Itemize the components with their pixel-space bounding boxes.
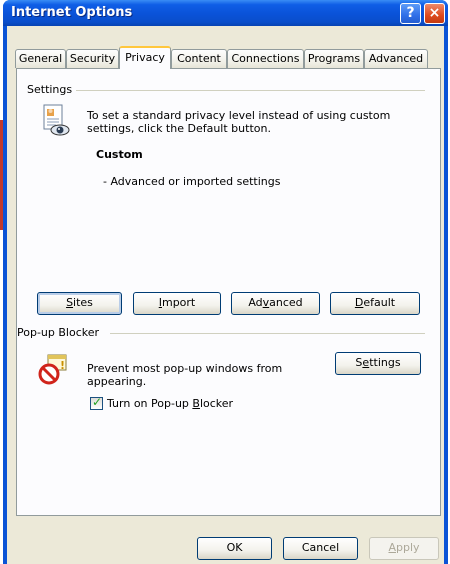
ok-button[interactable]: OK [197,537,272,560]
popup-description-line1: Prevent most pop-up windows from [87,362,283,375]
popup-blocker-checkbox-label[interactable]: Turn on Pop-up Blocker [107,397,233,410]
tab-strip: General Security Privacy Content Connect… [13,46,441,69]
popup-settings-button[interactable]: Settings [335,352,421,375]
checkmark-icon: ✓ [92,395,103,409]
popup-blocker-checkbox[interactable]: ✓ [90,395,103,410]
apply-button[interactable]: Apply [369,537,439,560]
popup-blocked-icon: ! [38,353,68,385]
privacy-level-detail: - Advanced or imported settings [103,175,281,188]
settings-description-line1: To set a standard privacy level instead … [87,109,391,122]
settings-group-line [73,90,425,91]
tab-privacy[interactable]: Privacy [119,46,171,69]
cancel-button[interactable]: Cancel [283,537,358,560]
default-button[interactable]: Default [330,292,420,315]
privacy-settings-icon [41,103,71,137]
tab-advanced[interactable]: Advanced [364,49,428,68]
settings-group-label: Settings [27,83,77,96]
privacy-level-title: Custom [96,148,143,161]
popup-description-line2: appearing. [87,375,147,388]
privacy-tab-panel: Settings To set a standard privacy level… [16,68,441,516]
tab-programs[interactable]: Programs [304,49,364,68]
import-button[interactable]: Import [133,292,221,315]
settings-description-line2: settings, click the Default button. [87,122,271,135]
tab-connections[interactable]: Connections [227,49,304,68]
tab-security[interactable]: Security [66,49,119,68]
help-button[interactable]: ? [400,3,421,24]
close-button[interactable]: × [424,3,445,24]
dialog-body: General Security Privacy Content Connect… [7,26,444,564]
advanced-button[interactable]: Advanced [231,292,320,315]
tab-general[interactable]: General [15,49,66,68]
popup-group-line [110,333,425,334]
svg-text:!: ! [60,359,65,372]
popup-group-label: Pop-up Blocker [17,326,104,339]
internet-options-window: Internet Options ? × General Security Pr… [3,0,448,564]
title-bar[interactable]: Internet Options ? × [3,0,448,26]
sites-button[interactable]: Sites [37,292,122,315]
tab-content[interactable]: Content [171,49,227,68]
window-title: Internet Options [11,5,133,20]
